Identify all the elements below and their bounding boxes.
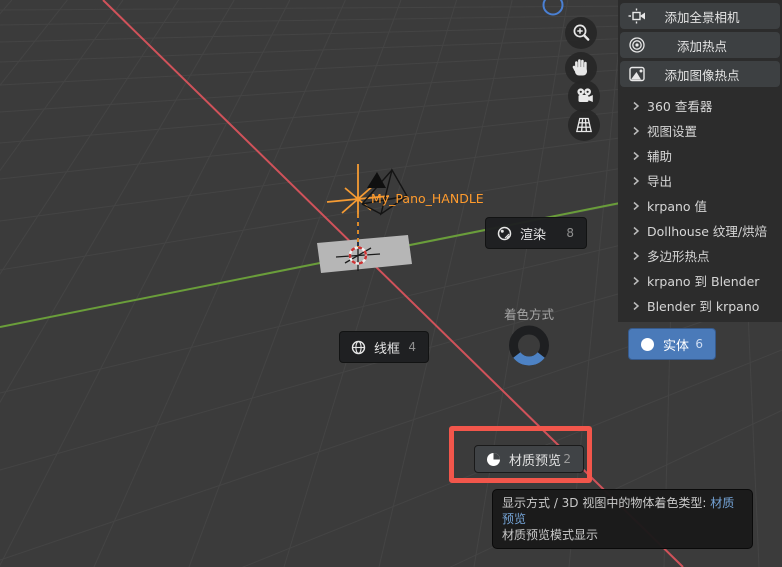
sidebar-section-view-settings[interactable]: 视图设置 <box>632 118 778 143</box>
pano-camera-icon <box>628 8 645 24</box>
add-pano-camera-label: 添加全景相机 <box>664 9 740 25</box>
hand-icon <box>572 59 587 76</box>
sidebar-section-helpers[interactable]: 辅助 <box>632 143 778 168</box>
chevron-right-icon <box>633 226 640 235</box>
pie-item-rendered[interactable]: 渲染 8 <box>485 217 587 249</box>
sidebar-panel: 添加全景相机 添加热点 添加图像热点 360 查看器 视图设置 辅助 导出 kr… <box>618 0 782 322</box>
pie-item-shortcut: 4 <box>408 340 416 354</box>
wireframe-shading-icon <box>351 340 366 354</box>
pie-item-shortcut: 6 <box>695 337 703 351</box>
tooltip: 显示方式 / 3D 视图中的物体着色类型: 材质预览 材质预览模式显示 <box>492 489 753 549</box>
chevron-right-icon <box>633 251 640 260</box>
pie-item-shortcut: 2 <box>563 452 571 466</box>
chevron-right-icon <box>633 201 640 210</box>
sidebar-section-export[interactable]: 导出 <box>632 168 778 193</box>
add-image-hotspot-label: 添加图像热点 <box>664 67 740 83</box>
perspective-toggle-button[interactable] <box>568 109 600 141</box>
chevron-right-icon <box>633 176 640 185</box>
pie-item-wireframe[interactable]: 线框 4 <box>339 331 429 363</box>
pie-item-label: 线框 <box>374 341 401 357</box>
grid-frustum-icon <box>575 117 593 133</box>
tooltip-detail: 材质预览模式显示 <box>502 528 599 542</box>
pie-item-solid[interactable]: 实体 6 <box>628 328 716 360</box>
blender-3d-viewport[interactable]: My_Pano_HANDLE 添加全景相机 添加热点 添加图像热点 360 查看… <box>0 0 782 567</box>
pie-item-label: 渲染 <box>520 227 547 243</box>
chevron-right-icon <box>633 126 640 135</box>
add-hotspot-label: 添加热点 <box>676 38 727 54</box>
pie-direction-arc <box>513 351 545 366</box>
pie-item-label: 材质预览 <box>509 453 562 469</box>
chevron-right-icon <box>633 276 640 285</box>
sidebar-section-krpano-to-blender[interactable]: krpano 到 Blender <box>632 268 778 293</box>
sidebar-section-360-viewer[interactable]: 360 查看器 <box>632 93 778 118</box>
material-preview-shading-icon <box>487 452 500 466</box>
solid-shading-icon <box>641 337 654 351</box>
chevron-right-icon <box>633 301 640 310</box>
pie-item-material-preview[interactable]: 材质预览 2 <box>474 445 584 473</box>
sidebar-section-blender-to-krpano[interactable]: Blender 到 krpano <box>632 293 778 318</box>
add-pano-camera-button[interactable]: 添加全景相机 <box>620 3 780 29</box>
pie-item-shortcut: 8 <box>566 226 574 240</box>
chevron-right-icon <box>633 101 640 110</box>
camera-view-button[interactable] <box>568 80 600 112</box>
rendered-shading-icon <box>497 226 512 240</box>
add-image-hotspot-button[interactable]: 添加图像热点 <box>620 61 780 87</box>
movie-camera-icon <box>577 88 593 102</box>
object-name-label: My_Pano_HANDLE <box>371 191 484 206</box>
magnifier-plus-icon <box>573 24 590 41</box>
sidebar-section-polygon-hotspot[interactable]: 多边形热点 <box>632 243 778 268</box>
sidebar-section-dollhouse-bake[interactable]: Dollhouse 纹理/烘焙 <box>632 218 778 243</box>
pie-menu-center-donut <box>509 325 549 366</box>
tooltip-description: 显示方式 / 3D 视图中的物体着色类型: <box>502 496 711 510</box>
zoom-button[interactable] <box>565 17 597 49</box>
add-hotspot-button[interactable]: 添加热点 <box>620 32 780 58</box>
concentric-circles-icon <box>629 37 645 53</box>
image-icon <box>629 66 645 82</box>
pie-item-label: 实体 <box>663 338 690 354</box>
chevron-right-icon <box>633 151 640 160</box>
sidebar-section-krpano-values[interactable]: krpano 值 <box>632 193 778 218</box>
